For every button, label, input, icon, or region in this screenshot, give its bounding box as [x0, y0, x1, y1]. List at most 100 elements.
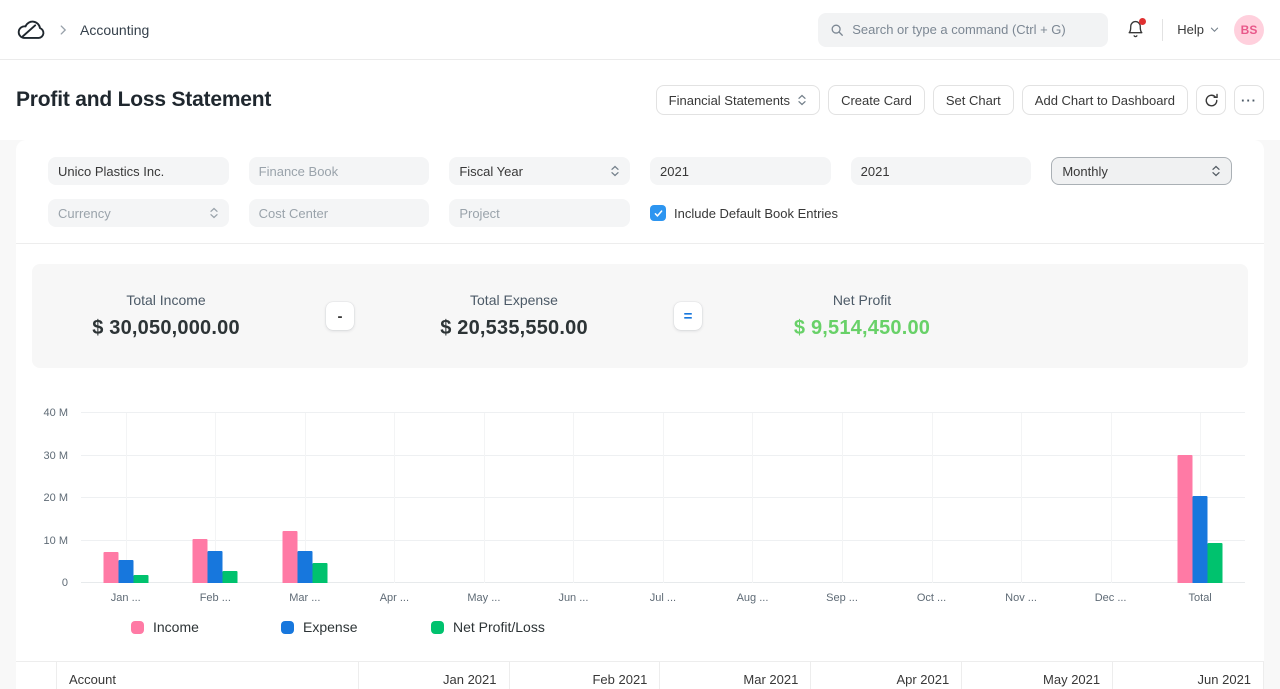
chart-category-jun: [529, 413, 619, 583]
profit-loss-chart: 010 M20 M30 M40 M Jan ...Feb ...Mar ...A…: [16, 413, 1264, 638]
column-header-jun-2021[interactable]: Jun 2021: [1113, 662, 1264, 689]
legend-swatch-icon: [131, 621, 144, 634]
report-card: Fiscal Year Monthly Currency Include De: [16, 140, 1264, 689]
column-header-account[interactable]: Account: [57, 662, 359, 689]
bar-income-total[interactable]: [1178, 455, 1193, 583]
x-tick-may: May ...: [439, 592, 529, 604]
refresh-icon: [1204, 93, 1219, 108]
net-profit-label: Net Profit: [728, 292, 996, 308]
to-fiscal-year-input[interactable]: [861, 164, 1022, 179]
chart-category-aug: [708, 413, 798, 583]
bar-group: [103, 552, 148, 583]
period-basis-select[interactable]: Fiscal Year: [449, 157, 630, 185]
checkbox-label: Include Default Book Entries: [674, 206, 838, 221]
net-profit-card: Net Profit $ 9,514,450.00: [728, 292, 996, 340]
currency-select[interactable]: Currency: [48, 199, 229, 227]
bar-expense-feb[interactable]: [208, 551, 223, 583]
legend-item-net-profit-loss: Net Profit/Loss: [431, 619, 581, 635]
total-expense-value: $ 20,535,550.00: [380, 317, 648, 340]
category-gridline: [752, 413, 753, 583]
to-fiscal-year-filter[interactable]: [851, 157, 1032, 185]
x-tick-dec: Dec ...: [1066, 592, 1156, 604]
column-header-feb-2021[interactable]: Feb 2021: [510, 662, 661, 689]
chevron-up-down-icon: [1211, 165, 1221, 177]
summary-band: Total Income $ 30,050,000.00 - Total Exp…: [32, 264, 1248, 368]
category-gridline: [842, 413, 843, 583]
cost-center-filter[interactable]: [249, 199, 430, 227]
column-header-apr-2021[interactable]: Apr 2021: [811, 662, 962, 689]
bar-income-jan[interactable]: [103, 552, 118, 583]
company-input[interactable]: [58, 164, 219, 179]
bar-net-profit-loss-feb[interactable]: [223, 571, 238, 583]
help-label: Help: [1177, 22, 1204, 37]
set-chart-button[interactable]: Set Chart: [933, 85, 1014, 115]
refresh-button[interactable]: [1196, 85, 1226, 115]
more-options-button[interactable]: ···: [1234, 85, 1264, 115]
filter-bar: Fiscal Year Monthly Currency Include De: [16, 140, 1264, 244]
x-tick-jan: Jan ...: [81, 592, 171, 604]
bar-net-profit-loss-total[interactable]: [1208, 543, 1223, 583]
project-filter[interactable]: [449, 199, 630, 227]
checkbox-checked-icon[interactable]: [650, 205, 666, 221]
chart-category-dec: [1066, 413, 1156, 583]
x-tick-jul: Jul ...: [618, 592, 708, 604]
periodicity-select[interactable]: Monthly: [1051, 157, 1232, 185]
chevron-up-down-icon: [209, 207, 219, 219]
bar-expense-total[interactable]: [1193, 496, 1208, 583]
x-tick-total: Total: [1155, 592, 1245, 604]
total-income-card: Total Income $ 30,050,000.00: [32, 292, 300, 340]
nav-divider: [1162, 19, 1163, 41]
x-tick-apr: Apr ...: [350, 592, 440, 604]
search-input[interactable]: [852, 22, 1096, 37]
chart-category-mar: [260, 413, 350, 583]
x-tick-oct: Oct ...: [887, 592, 977, 604]
net-profit-value: $ 9,514,450.00: [728, 317, 996, 340]
x-tick-aug: Aug ...: [708, 592, 798, 604]
legend-label: Expense: [303, 619, 357, 635]
y-tick-30-m: 30 M: [44, 450, 68, 462]
bar-group: [1178, 455, 1223, 583]
periodicity-value: Monthly: [1062, 164, 1108, 179]
category-gridline: [1111, 413, 1112, 583]
column-header-jan-2021[interactable]: Jan 2021: [359, 662, 510, 689]
chart-plot: [81, 413, 1245, 583]
chart-category-jul: [618, 413, 708, 583]
notifications-bell-icon[interactable]: [1122, 17, 1148, 43]
x-tick-mar: Mar ...: [260, 592, 350, 604]
include-default-book-entries[interactable]: Include Default Book Entries: [650, 199, 1232, 227]
global-search[interactable]: [818, 13, 1108, 47]
company-filter[interactable]: [48, 157, 229, 185]
table-header-row: AccountJan 2021Feb 2021Mar 2021Apr 2021M…: [56, 662, 1264, 689]
from-fiscal-year-filter[interactable]: [650, 157, 831, 185]
cost-center-input[interactable]: [259, 206, 420, 221]
column-header-mar-2021[interactable]: Mar 2021: [660, 662, 811, 689]
column-header-may-2021[interactable]: May 2021: [962, 662, 1113, 689]
chart-x-axis: Jan ...Feb ...Mar ...Apr ...May ...Jun .…: [81, 583, 1245, 604]
x-tick-nov: Nov ...: [976, 592, 1066, 604]
from-fiscal-year-input[interactable]: [660, 164, 821, 179]
bar-income-mar[interactable]: [282, 531, 297, 583]
finance-book-input[interactable]: [259, 164, 420, 179]
breadcrumb[interactable]: Accounting: [80, 22, 149, 38]
chevron-down-icon: [1209, 24, 1220, 35]
project-input[interactable]: [459, 206, 620, 221]
bar-group: [193, 539, 238, 583]
finance-book-filter[interactable]: [249, 157, 430, 185]
avatar[interactable]: BS: [1234, 15, 1264, 45]
bar-expense-jan[interactable]: [118, 560, 133, 583]
bar-net-profit-loss-mar[interactable]: [312, 563, 327, 583]
chart-category-sep: [797, 413, 887, 583]
financial-statements-dropdown[interactable]: Financial Statements: [656, 85, 820, 115]
bar-income-feb[interactable]: [193, 539, 208, 583]
chart-category-total: [1155, 413, 1245, 583]
bar-expense-mar[interactable]: [297, 551, 312, 583]
bar-net-profit-loss-jan[interactable]: [133, 575, 148, 583]
help-menu[interactable]: Help: [1177, 22, 1220, 37]
add-chart-to-dashboard-button[interactable]: Add Chart to Dashboard: [1022, 85, 1188, 115]
create-card-button[interactable]: Create Card: [828, 85, 925, 115]
chevron-up-down-icon: [610, 165, 620, 177]
chart-category-feb: [171, 413, 261, 583]
breadcrumb-chevron-icon: [56, 23, 70, 37]
app-logo-cloud-icon[interactable]: [16, 17, 46, 43]
x-tick-feb: Feb ...: [171, 592, 261, 604]
